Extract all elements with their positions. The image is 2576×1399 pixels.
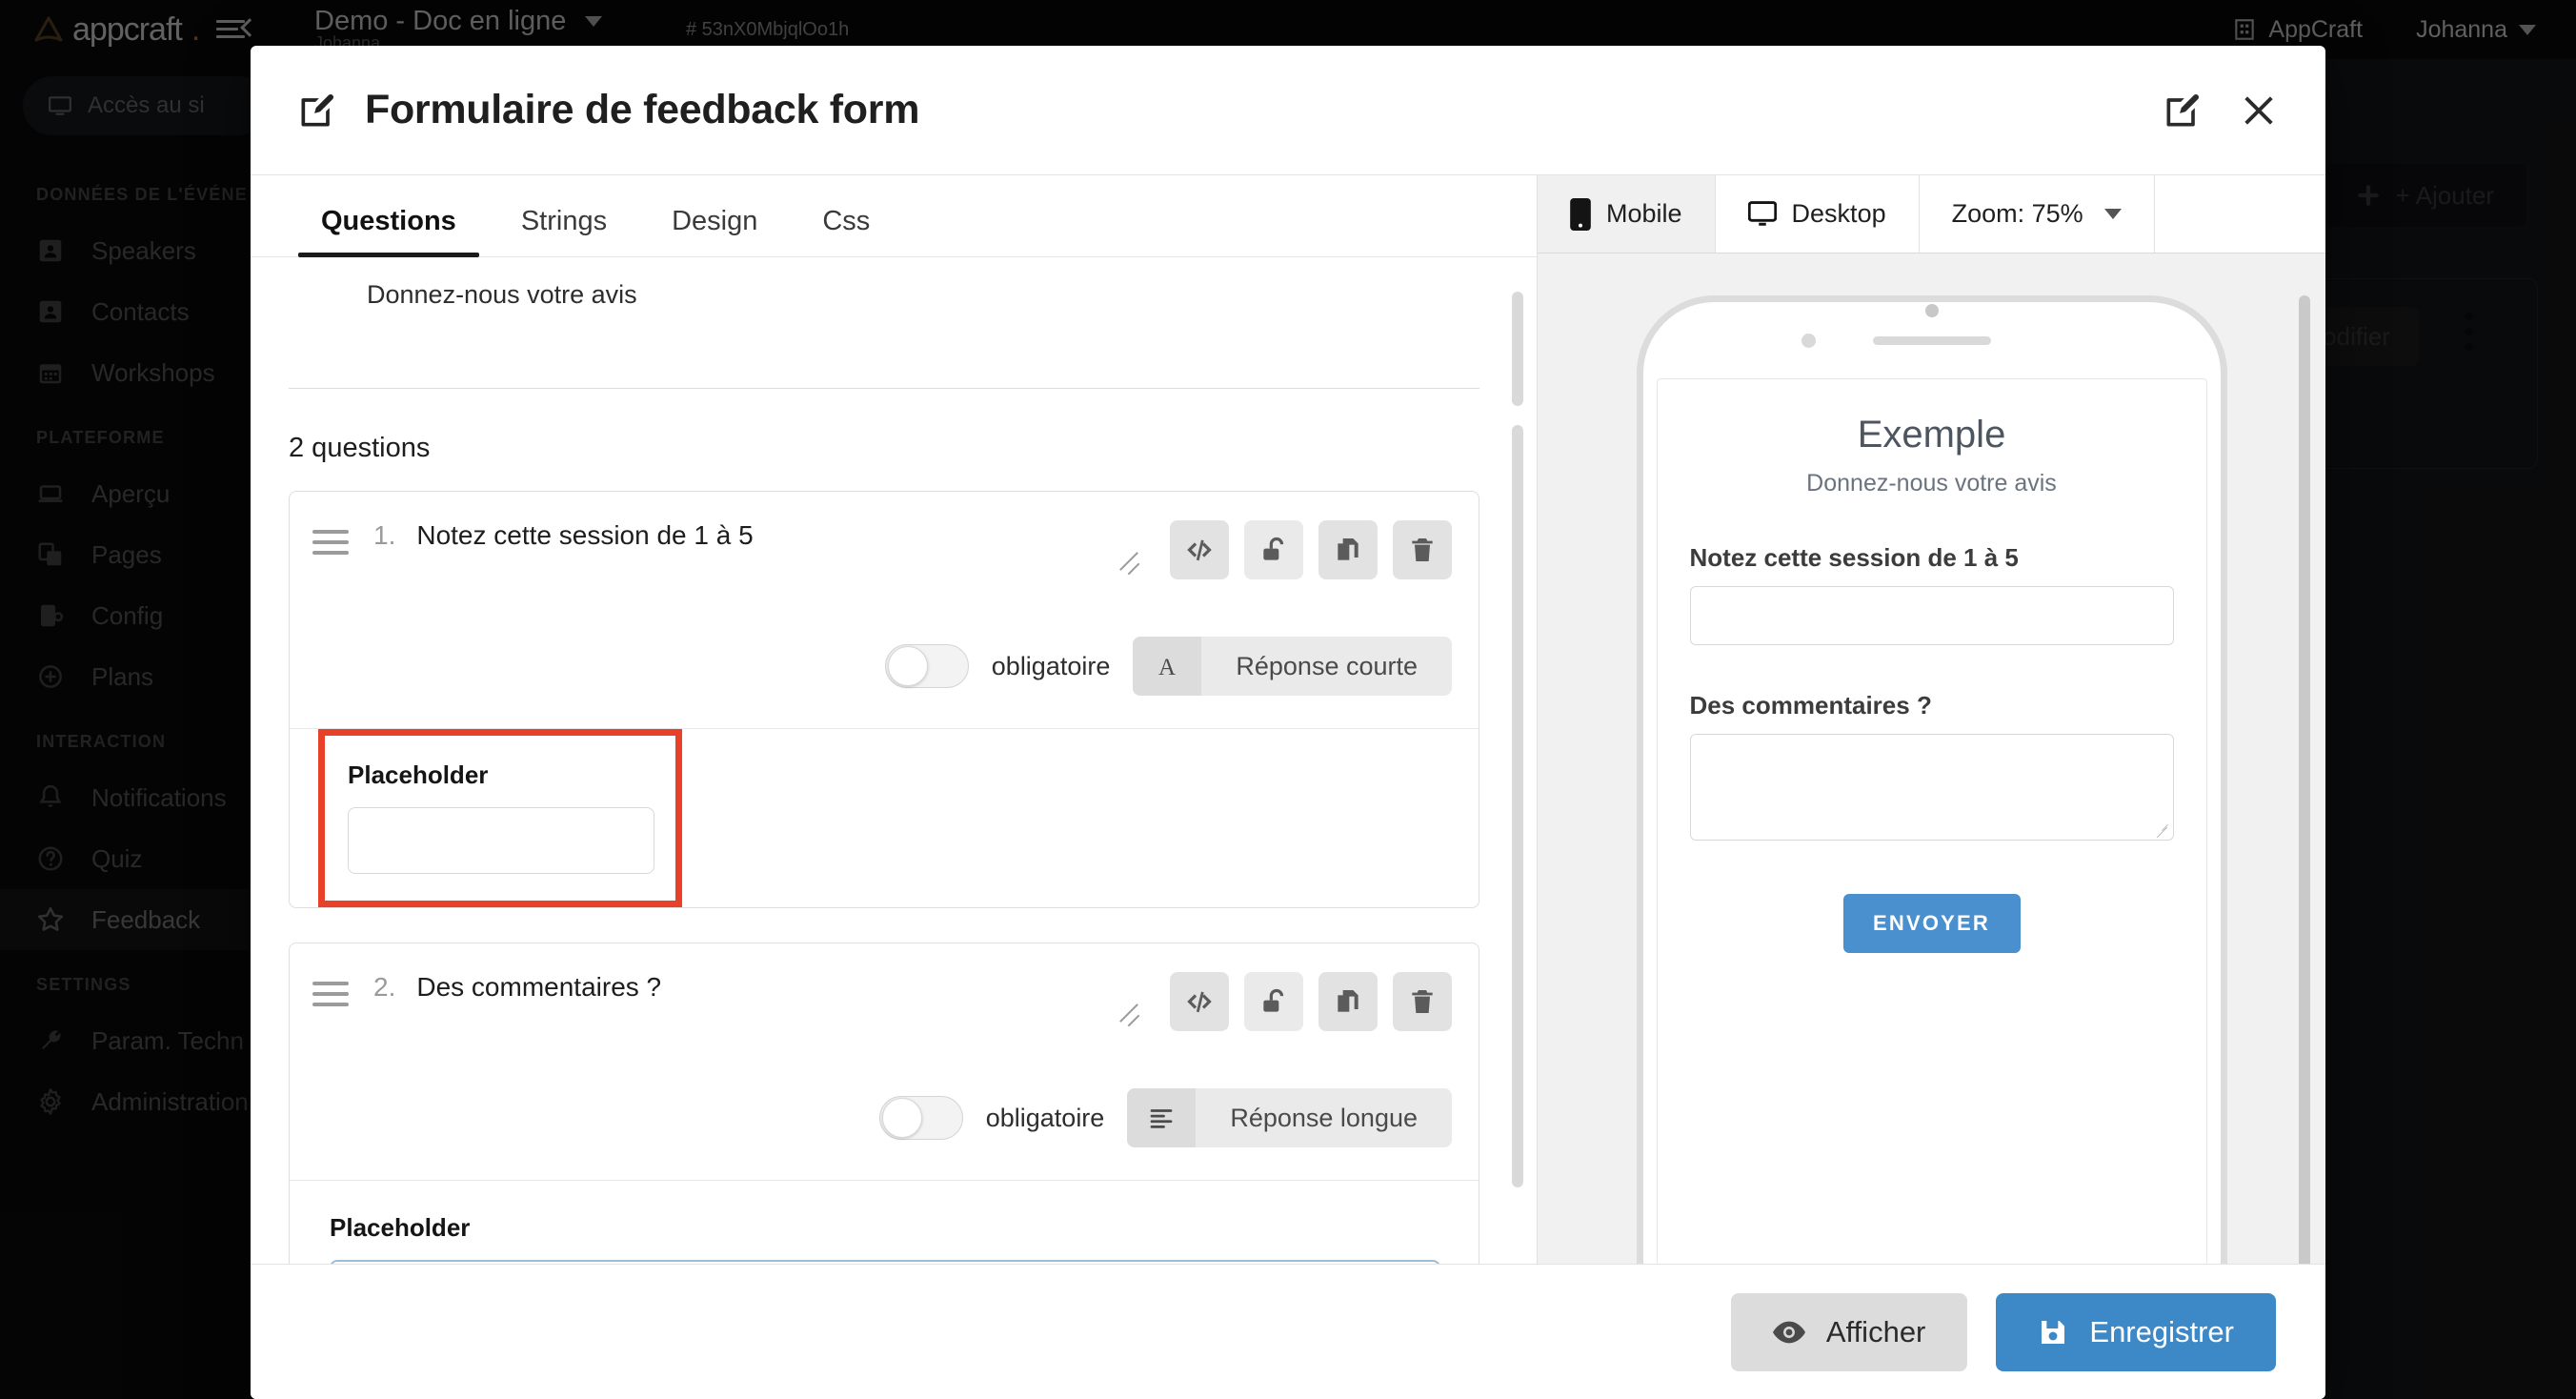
question-index: 2.	[373, 972, 396, 1003]
preview-input[interactable]	[1689, 586, 2174, 645]
placeholder-label: Placeholder	[348, 760, 489, 790]
edit-square-icon[interactable]	[2162, 90, 2204, 132]
preview-form-subtitle: Donnez-nous votre avis	[1806, 470, 2057, 497]
preview-pane: Mobile Desktop Zoom: 75% Exemple Donnez-…	[1537, 175, 2325, 1264]
question-required-label: obligatoire	[985, 1103, 1105, 1132]
question-placeholder-block: Placeholder	[318, 729, 682, 908]
question-card[interactable]: 2. Des commentaires ? obligatoire Réponse l…	[289, 943, 1479, 1264]
preview-field-label: Des commentaires ?	[1689, 691, 1932, 720]
question-title[interactable]: Notez cette session de 1 à 5	[416, 520, 753, 551]
resize-handle-icon[interactable]	[1109, 551, 1141, 579]
preview-mode-mobile-label: Mobile	[1606, 199, 1682, 228]
phone-screen: Exemple Donnez-nous votre avis Notez cet…	[1642, 378, 2221, 1264]
preview-submit-button[interactable]: ENVOYER	[1842, 894, 2021, 953]
modal-title: Formulaire de feedback form	[365, 87, 920, 132]
question-required-label: obligatoire	[991, 651, 1111, 680]
preview-mode-desktop[interactable]: Desktop	[1716, 175, 1920, 253]
question-title[interactable]: Des commentaires ?	[416, 972, 661, 1003]
align-left-icon	[1127, 1088, 1197, 1148]
modal-footer: Afficher Enregistrer	[251, 1264, 2325, 1399]
question-index: 1.	[373, 520, 396, 551]
question-required-toggle[interactable]	[878, 1096, 963, 1141]
tab-design[interactable]: Design	[639, 206, 790, 256]
form-description-field[interactable]: Donnez-nous votre avis	[289, 257, 1479, 390]
preview-form-title: Exemple	[1857, 414, 2006, 456]
preview-toolbar: Mobile Desktop Zoom: 75%	[1538, 175, 2325, 253]
drag-handle-icon[interactable]	[312, 982, 349, 1013]
preview-button[interactable]: Afficher	[1730, 1292, 1968, 1371]
editor-pane: Questions Strings Design Css Donnez-nous vo…	[251, 175, 1537, 1264]
preview-mode-mobile[interactable]: Mobile	[1538, 175, 1716, 253]
question-unlock-button[interactable]	[1244, 972, 1303, 1032]
resize-handle-icon[interactable]	[1109, 1003, 1141, 1031]
modal-header: Formulaire de feedback form	[251, 46, 2325, 174]
resize-grip-icon[interactable]	[2154, 821, 2169, 839]
preview-zoom-select[interactable]: Zoom: 75%	[1920, 175, 2155, 253]
questions-list: 1. Notez cette session de 1 à 5 obligatoir…	[251, 491, 1537, 1264]
chevron-down-icon[interactable]	[2103, 209, 2122, 219]
save-disk-icon	[2038, 1317, 2068, 1348]
question-type-label: Réponse courte	[1236, 651, 1418, 680]
save-button-label: Enregistrer	[2089, 1314, 2234, 1348]
editor-scrollbar-main[interactable]	[1512, 425, 1523, 1188]
placeholder-input[interactable]	[348, 807, 654, 875]
phone-speaker-icon	[1872, 336, 1991, 345]
editor-tabs: Questions Strings Design Css	[251, 175, 1537, 258]
question-duplicate-button[interactable]	[1318, 972, 1378, 1032]
question-unlock-button[interactable]	[1244, 520, 1303, 580]
placeholder-label: Placeholder	[330, 1213, 471, 1243]
preview-fields: Notez cette session de 1 à 5 Des commenta…	[1689, 543, 2174, 841]
placeholder-input[interactable]	[330, 1260, 1440, 1264]
edit-square-icon	[296, 90, 338, 132]
close-icon[interactable]	[2238, 90, 2280, 132]
eye-icon	[1772, 1320, 1805, 1345]
svg-text:A: A	[1158, 655, 1176, 680]
preview-form-card: Exemple Donnez-nous votre avis Notez cet…	[1656, 378, 2207, 1264]
feedback-form-modal: Formulaire de feedback form Questions Str…	[251, 46, 2325, 1399]
phone-icon	[1570, 197, 1591, 231]
preview-scrollbar[interactable]	[2299, 295, 2310, 1264]
preview-stage: Exemple Donnez-nous votre avis Notez cet…	[1538, 253, 2325, 1264]
question-card[interactable]: 1. Notez cette session de 1 à 5 obligatoir…	[289, 491, 1479, 909]
letter-a-icon: A	[1133, 637, 1202, 697]
question-type-select[interactable]: A Réponse courte	[1133, 637, 1452, 697]
tab-css[interactable]: Css	[790, 206, 902, 256]
editor-scrollbar-upper[interactable]	[1512, 292, 1523, 407]
phone-camera-icon	[1924, 304, 1939, 317]
preview-field-label: Notez cette session de 1 à 5	[1689, 543, 2019, 572]
question-code-button[interactable]	[1170, 972, 1229, 1032]
question-count-label: 2 questions	[289, 433, 431, 464]
question-placeholder-block: Placeholder	[290, 1181, 1479, 1264]
tab-strings[interactable]: Strings	[489, 206, 639, 256]
question-code-button[interactable]	[1170, 520, 1229, 580]
monitor-icon	[1747, 200, 1777, 228]
question-trash-button[interactable]	[1393, 972, 1452, 1032]
preview-zoom-label: Zoom: 75%	[1951, 199, 2083, 228]
question-trash-button[interactable]	[1393, 520, 1452, 580]
tab-questions[interactable]: Questions	[289, 206, 489, 258]
editor-scroll-area[interactable]: Donnez-nous votre avis 2 questions 1. Not…	[251, 257, 1537, 1264]
question-type-label: Réponse longue	[1230, 1103, 1418, 1132]
modal-body: Questions Strings Design Css Donnez-nous vo…	[251, 174, 2325, 1264]
preview-textarea[interactable]	[1689, 734, 2174, 841]
question-duplicate-button[interactable]	[1318, 520, 1378, 580]
drag-handle-icon[interactable]	[312, 530, 349, 561]
form-description-text: Donnez-nous votre avis	[367, 280, 637, 310]
question-required-toggle[interactable]	[884, 644, 969, 689]
preview-button-label: Afficher	[1825, 1314, 1926, 1348]
save-button[interactable]: Enregistrer	[1996, 1292, 2276, 1371]
phone-sensor-icon	[1801, 334, 1816, 348]
question-type-select[interactable]: Réponse longue	[1127, 1088, 1452, 1148]
preview-mode-desktop-label: Desktop	[1791, 199, 1886, 228]
phone-frame: Exemple Donnez-nous votre avis Notez cet…	[1636, 295, 2227, 1264]
